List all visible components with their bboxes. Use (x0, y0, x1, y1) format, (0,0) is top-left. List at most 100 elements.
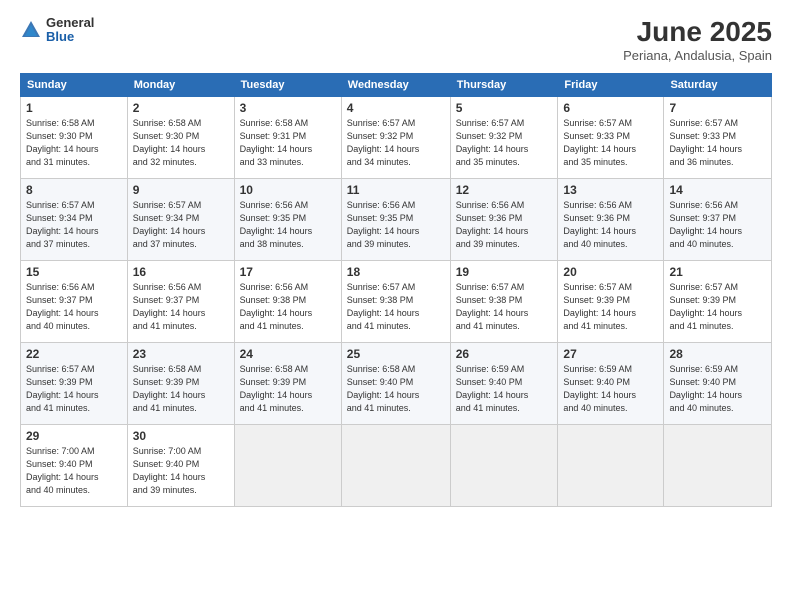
header: General Blue June 2025 Periana, Andalusi… (20, 16, 772, 63)
day-number: 7 (669, 101, 766, 115)
day-number: 6 (563, 101, 658, 115)
calendar-cell: 20Sunrise: 6:57 AM Sunset: 9:39 PM Dayli… (558, 261, 664, 343)
calendar-cell (450, 425, 558, 507)
calendar-cell: 10 Sunrise: 6:56 AM Sunset: 9:35 PM Dayli… (234, 179, 341, 261)
calendar-week-1: 1 Sunrise: 6:58 AM Sunset: 9:30 PM Daylig… (21, 97, 772, 179)
day-number: 16 (133, 265, 229, 279)
calendar-table: Sunday Monday Tuesday Wednesday Thursday… (20, 73, 772, 507)
day-info: Sunrise: 6:57 AM Sunset: 9:39 PM Dayligh… (563, 281, 658, 333)
calendar-cell: 11 Sunrise: 6:56 AM Sunset: 9:35 PM Dayli… (341, 179, 450, 261)
location-subtitle: Periana, Andalusia, Spain (623, 48, 772, 63)
header-saturday: Saturday (664, 74, 772, 97)
day-number: 26 (456, 347, 553, 361)
calendar-cell: 26 Sunrise: 6:59 AM Sunset: 9:40 PM Dayli… (450, 343, 558, 425)
day-info: Sunrise: 6:57 AM Sunset: 9:34 PM Dayligh… (133, 199, 229, 251)
day-info: Sunrise: 6:59 AM Sunset: 9:40 PM Dayligh… (669, 363, 766, 415)
day-number: 11 (347, 183, 445, 197)
header-row: Sunday Monday Tuesday Wednesday Thursday… (21, 74, 772, 97)
day-number: 29 (26, 429, 122, 443)
logo: General Blue (20, 16, 94, 45)
logo-blue-text: Blue (46, 30, 94, 44)
day-number: 9 (133, 183, 229, 197)
logo-icon (20, 19, 42, 41)
day-info: Sunrise: 6:57 AM Sunset: 9:32 PM Dayligh… (347, 117, 445, 169)
logo-text: General Blue (46, 16, 94, 45)
calendar-cell: 14Sunrise: 6:56 AM Sunset: 9:37 PM Dayli… (664, 179, 772, 261)
header-tuesday: Tuesday (234, 74, 341, 97)
calendar-cell: 23 Sunrise: 6:58 AM Sunset: 9:39 PM Dayli… (127, 343, 234, 425)
day-info: Sunrise: 6:58 AM Sunset: 9:40 PM Dayligh… (347, 363, 445, 415)
calendar-cell: 25 Sunrise: 6:58 AM Sunset: 9:40 PM Dayli… (341, 343, 450, 425)
day-info: Sunrise: 6:58 AM Sunset: 9:31 PM Dayligh… (240, 117, 336, 169)
calendar-cell: 15 Sunrise: 6:56 AM Sunset: 9:37 PM Dayli… (21, 261, 128, 343)
day-info: Sunrise: 6:56 AM Sunset: 9:36 PM Dayligh… (456, 199, 553, 251)
header-wednesday: Wednesday (341, 74, 450, 97)
calendar-cell: 2Sunrise: 6:58 AM Sunset: 9:30 PM Daylig… (127, 97, 234, 179)
calendar-week-2: 8 Sunrise: 6:57 AM Sunset: 9:34 PM Daylig… (21, 179, 772, 261)
calendar-cell: 12 Sunrise: 6:56 AM Sunset: 9:36 PM Dayli… (450, 179, 558, 261)
day-number: 5 (456, 101, 553, 115)
day-number: 15 (26, 265, 122, 279)
day-info: Sunrise: 6:56 AM Sunset: 9:37 PM Dayligh… (669, 199, 766, 251)
day-number: 17 (240, 265, 336, 279)
calendar-cell: 21Sunrise: 6:57 AM Sunset: 9:39 PM Dayli… (664, 261, 772, 343)
header-thursday: Thursday (450, 74, 558, 97)
calendar-cell: 16 Sunrise: 6:56 AM Sunset: 9:37 PM Dayli… (127, 261, 234, 343)
calendar-cell (341, 425, 450, 507)
calendar-cell: 6 Sunrise: 6:57 AM Sunset: 9:33 PM Daylig… (558, 97, 664, 179)
day-info: Sunrise: 6:58 AM Sunset: 9:39 PM Dayligh… (240, 363, 336, 415)
day-info: Sunrise: 6:57 AM Sunset: 9:32 PM Dayligh… (456, 117, 553, 169)
day-info: Sunrise: 6:58 AM Sunset: 9:39 PM Dayligh… (133, 363, 229, 415)
day-number: 12 (456, 183, 553, 197)
calendar-cell: 19 Sunrise: 6:57 AM Sunset: 9:38 PM Dayli… (450, 261, 558, 343)
calendar-cell: 7 Sunrise: 6:57 AM Sunset: 9:33 PM Daylig… (664, 97, 772, 179)
day-info: Sunrise: 6:56 AM Sunset: 9:37 PM Dayligh… (133, 281, 229, 333)
day-info: Sunrise: 6:56 AM Sunset: 9:37 PM Dayligh… (26, 281, 122, 333)
day-info: Sunrise: 6:59 AM Sunset: 9:40 PM Dayligh… (563, 363, 658, 415)
month-title: June 2025 (623, 16, 772, 48)
day-number: 24 (240, 347, 336, 361)
calendar-cell: 3 Sunrise: 6:58 AM Sunset: 9:31 PM Daylig… (234, 97, 341, 179)
day-info: Sunrise: 7:00 AM Sunset: 9:40 PM Dayligh… (26, 445, 122, 497)
calendar-week-3: 15 Sunrise: 6:56 AM Sunset: 9:37 PM Dayli… (21, 261, 772, 343)
day-number: 28 (669, 347, 766, 361)
day-info: Sunrise: 6:57 AM Sunset: 9:38 PM Dayligh… (456, 281, 553, 333)
day-number: 23 (133, 347, 229, 361)
header-monday: Monday (127, 74, 234, 97)
day-number: 30 (133, 429, 229, 443)
day-info: Sunrise: 6:57 AM Sunset: 9:39 PM Dayligh… (26, 363, 122, 415)
calendar-cell: 4 Sunrise: 6:57 AM Sunset: 9:32 PM Daylig… (341, 97, 450, 179)
calendar-cell: 5 Sunrise: 6:57 AM Sunset: 9:32 PM Daylig… (450, 97, 558, 179)
calendar-week-5: 29 Sunrise: 7:00 AM Sunset: 9:40 PM Dayli… (21, 425, 772, 507)
day-number: 25 (347, 347, 445, 361)
calendar-cell: 29 Sunrise: 7:00 AM Sunset: 9:40 PM Dayli… (21, 425, 128, 507)
day-info: Sunrise: 6:57 AM Sunset: 9:33 PM Dayligh… (669, 117, 766, 169)
calendar-cell: 27Sunrise: 6:59 AM Sunset: 9:40 PM Dayli… (558, 343, 664, 425)
day-info: Sunrise: 6:57 AM Sunset: 9:39 PM Dayligh… (669, 281, 766, 333)
day-number: 10 (240, 183, 336, 197)
calendar-cell: 30 Sunrise: 7:00 AM Sunset: 9:40 PM Dayli… (127, 425, 234, 507)
day-info: Sunrise: 6:58 AM Sunset: 9:30 PM Dayligh… (26, 117, 122, 169)
day-number: 19 (456, 265, 553, 279)
day-info: Sunrise: 6:56 AM Sunset: 9:35 PM Dayligh… (240, 199, 336, 251)
calendar-cell (664, 425, 772, 507)
day-number: 18 (347, 265, 445, 279)
calendar-cell (234, 425, 341, 507)
day-number: 8 (26, 183, 122, 197)
day-info: Sunrise: 6:56 AM Sunset: 9:35 PM Dayligh… (347, 199, 445, 251)
calendar-week-4: 22Sunrise: 6:57 AM Sunset: 9:39 PM Dayli… (21, 343, 772, 425)
day-number: 2 (133, 101, 229, 115)
day-number: 3 (240, 101, 336, 115)
calendar-cell (558, 425, 664, 507)
day-number: 4 (347, 101, 445, 115)
title-block: June 2025 Periana, Andalusia, Spain (623, 16, 772, 63)
calendar-cell: 13Sunrise: 6:56 AM Sunset: 9:36 PM Dayli… (558, 179, 664, 261)
calendar-cell: 17Sunrise: 6:56 AM Sunset: 9:38 PM Dayli… (234, 261, 341, 343)
day-info: Sunrise: 6:57 AM Sunset: 9:33 PM Dayligh… (563, 117, 658, 169)
day-info: Sunrise: 6:57 AM Sunset: 9:38 PM Dayligh… (347, 281, 445, 333)
day-number: 1 (26, 101, 122, 115)
day-info: Sunrise: 7:00 AM Sunset: 9:40 PM Dayligh… (133, 445, 229, 497)
header-sunday: Sunday (21, 74, 128, 97)
calendar-body: 1 Sunrise: 6:58 AM Sunset: 9:30 PM Daylig… (21, 97, 772, 507)
day-info: Sunrise: 6:59 AM Sunset: 9:40 PM Dayligh… (456, 363, 553, 415)
